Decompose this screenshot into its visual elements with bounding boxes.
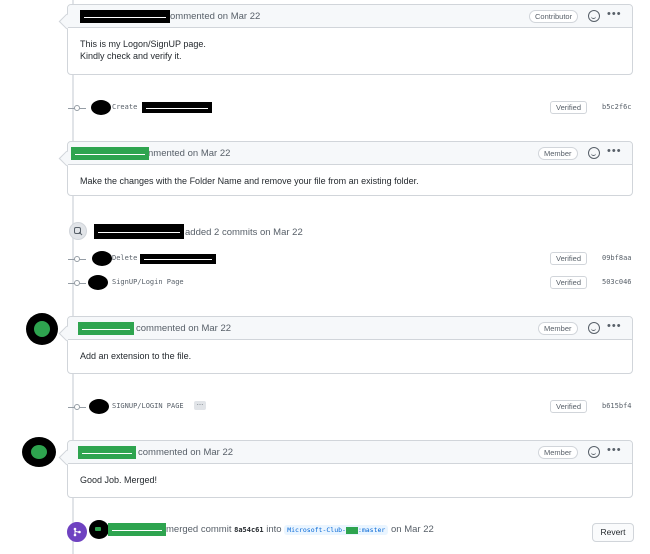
commit-message[interactable]: SIGNUP/LOGIN PAGE [112, 402, 184, 410]
comment-meta: commented on Mar 22 [136, 322, 232, 334]
event-text: added 2 commits on Mar 22 [185, 227, 303, 238]
body-line: Kindly check and verify it. [80, 51, 182, 61]
comment-meta: nmented on Mar 22 [148, 147, 231, 159]
verified-badge[interactable]: Verified [550, 101, 588, 114]
commit-message[interactable]: Delete [112, 254, 137, 262]
comment-header: ommented on Mar 22 Contributor ••• [68, 5, 632, 28]
avatar[interactable] [91, 100, 111, 115]
commit-icon [74, 404, 80, 410]
avatar[interactable] [22, 437, 56, 467]
comment-body: Add an extension to the file. [68, 340, 632, 372]
comment-card-4: commented on Mar 22 Member ••• Good Job.… [67, 440, 633, 498]
avatar[interactable] [92, 251, 112, 266]
comment-body: Make the changes with the Folder Name an… [68, 165, 632, 197]
commit-row[interactable]: SIGNUP/LOGIN PAGE … Verified b615bf4 [68, 399, 632, 415]
commit-icon [74, 280, 80, 286]
body-line: Make the changes with the Folder Name an… [80, 176, 419, 186]
verified-badge[interactable]: Verified [550, 252, 588, 265]
redacted-username [71, 147, 149, 160]
comment-card-1: ommented on Mar 22 Contributor ••• This … [67, 4, 633, 75]
merge-date: on Mar 22 [390, 524, 434, 535]
commit-row[interactable]: SignUP/Login Page Verified 503c046 [68, 275, 632, 291]
comment-menu-icon[interactable]: ••• [607, 145, 622, 157]
comment-menu-icon[interactable]: ••• [607, 444, 622, 456]
commit-message[interactable]: Create [112, 103, 137, 111]
redacted-username [78, 322, 134, 335]
push-event-icon [69, 222, 87, 240]
commit-row[interactable]: Create Verified b5c2f6c [68, 100, 632, 116]
body-line: This is my Logon/SignUP page. [80, 39, 206, 49]
redacted-username [78, 446, 136, 459]
commit-sha[interactable]: 503c046 [602, 278, 632, 286]
commit-sha[interactable]: b615bf4 [602, 402, 632, 410]
avatar[interactable] [89, 520, 109, 539]
add-reaction-icon[interactable] [588, 10, 600, 22]
branch-prefix: Microsoft-Club- [287, 526, 346, 534]
avatar[interactable] [89, 399, 109, 414]
comment-body: This is my Logon/SignUP page. Kindly che… [68, 28, 632, 72]
redacted-username [94, 224, 184, 239]
redacted-branch-owner [345, 526, 358, 534]
comment-meta: commented on Mar 22 [138, 446, 234, 458]
comment-header: commented on Mar 22 Member ••• [68, 441, 632, 464]
author-badge: Contributor [529, 10, 579, 23]
revert-button[interactable]: Revert [592, 523, 634, 542]
avatar[interactable] [26, 313, 58, 345]
commit-sha[interactable]: b5c2f6c [602, 103, 632, 111]
comment-header: commented on Mar 22 Member ••• [68, 317, 632, 340]
merge-summary: merged commit 8a54c61 into Microsoft-Clu… [166, 524, 434, 535]
body-line: Add an extension to the file. [80, 351, 192, 361]
merge-into: into [266, 524, 282, 535]
add-reaction-icon[interactable] [588, 322, 600, 334]
body-line: Good Job. Merged! [80, 475, 158, 485]
target-branch[interactable]: Microsoft-Club- :master [284, 525, 389, 535]
commit-row[interactable]: Delete Verified 09bf8aa [68, 251, 632, 267]
comment-card-2: nmented on Mar 22 Member ••• Make the ch… [67, 141, 633, 196]
commit-icon [74, 256, 80, 262]
verified-badge[interactable]: Verified [550, 400, 588, 413]
add-reaction-icon[interactable] [588, 147, 600, 159]
merge-commit-sha[interactable]: 8a54c61 [234, 526, 264, 534]
avatar-image [95, 527, 101, 531]
redacted-text [140, 254, 216, 264]
author-badge: Member [538, 147, 578, 160]
author-badge: Member [538, 322, 578, 335]
commit-icon [74, 105, 80, 111]
redacted-text [142, 102, 212, 113]
branch-suffix: :master [357, 526, 386, 534]
redacted-username [80, 10, 170, 23]
avatar-image [34, 321, 50, 337]
comment-menu-icon[interactable]: ••• [607, 8, 622, 20]
comment-card-3: commented on Mar 22 Member ••• Add an ex… [67, 316, 633, 374]
comment-body: Good Job. Merged! [68, 464, 632, 496]
merge-icon [67, 522, 87, 542]
merge-text: merged commit [166, 524, 232, 535]
comment-menu-icon[interactable]: ••• [607, 320, 622, 332]
commit-sha[interactable]: 09bf8aa [602, 254, 632, 262]
expand-commit-button[interactable]: … [194, 400, 206, 410]
add-reaction-icon[interactable] [588, 446, 600, 458]
avatar[interactable] [88, 275, 108, 290]
comment-header: nmented on Mar 22 Member ••• [68, 142, 632, 165]
avatar-image [31, 445, 47, 459]
author-badge: Member [538, 446, 578, 459]
redacted-username [108, 523, 166, 536]
comment-meta: ommented on Mar 22 [170, 10, 261, 22]
verified-badge[interactable]: Verified [550, 276, 588, 289]
commit-message[interactable]: SignUP/Login Page [112, 278, 184, 286]
